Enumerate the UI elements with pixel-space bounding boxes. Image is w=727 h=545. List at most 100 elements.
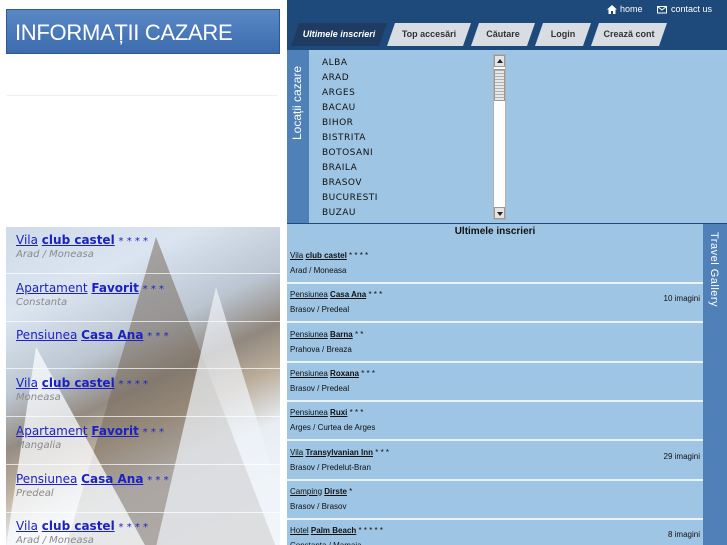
entry-type[interactable]: Pensiunea (290, 290, 328, 299)
tab-login[interactable]: Login (535, 23, 591, 46)
listing-row[interactable]: Vila Transylvanian Inn * * * Brasov / Pre… (287, 443, 703, 481)
entry-name[interactable]: club castel (305, 251, 346, 260)
listing-title[interactable]: Vila club castel * * * * (16, 376, 148, 390)
entry-name[interactable]: Transylvanian Inn (305, 448, 373, 457)
listing-name[interactable]: club castel (42, 376, 115, 390)
listing-title[interactable]: Pensiunea Casa Ana * * * (16, 328, 169, 342)
entry-name[interactable]: Palm Beach (311, 526, 356, 535)
featured-listing[interactable]: Vila club castel * * * * Arad / Moneasa (6, 227, 280, 274)
listing-type[interactable]: Apartament (16, 281, 88, 295)
mail-icon[interactable] (657, 5, 667, 14)
county-option[interactable]: BRAILA (322, 163, 357, 173)
entry-name[interactable]: Roxana (330, 369, 359, 378)
county-option[interactable]: ARAD (322, 73, 349, 83)
locatii-sidebar: Locații cazare (287, 50, 309, 223)
entry-name[interactable]: Ruxi (330, 408, 347, 417)
listing-title[interactable]: Apartament Favorit * * * (16, 281, 164, 295)
entry-title[interactable]: Pensiunea Casa Ana * * * (290, 290, 382, 299)
star-rating: * * * * (118, 379, 149, 391)
county-option[interactable]: ARGES (322, 88, 355, 98)
listing-name[interactable]: Favorit (91, 424, 138, 438)
entry-type[interactable]: Pensiunea (290, 369, 328, 378)
listing-row[interactable]: Pensiunea Casa Ana * * * Brasov / Predeal… (287, 285, 703, 324)
entry-name[interactable]: Barna (330, 330, 353, 339)
scroll-up-button[interactable] (494, 55, 505, 67)
listing-title[interactable]: Vila club castel * * * * (16, 233, 148, 247)
entry-title[interactable]: Pensiunea Barna * * (290, 330, 363, 339)
entry-title[interactable]: Vila club castel * * * * (290, 251, 368, 260)
image-count[interactable]: 8 imagini (668, 530, 700, 539)
listing-row[interactable]: Vila club castel * * * * Arad / Moneasa (287, 246, 703, 284)
listing-row[interactable]: Hotel Palm Beach * * * * * Constanta / Ma… (287, 521, 703, 545)
listing-title[interactable]: Vila club castel * * * * (16, 519, 148, 533)
listing-name[interactable]: Casa Ana (81, 472, 143, 486)
listing-type[interactable]: Vila (16, 519, 38, 533)
listing-type[interactable]: Vila (16, 233, 38, 247)
entry-title[interactable]: Pensiunea Ruxi * * * (290, 408, 363, 417)
entry-type[interactable]: Camping (290, 487, 322, 496)
listing-type[interactable]: Pensiunea (16, 328, 77, 342)
entry-name[interactable]: Casa Ana (330, 290, 366, 299)
contact-link[interactable]: contact us (671, 4, 712, 14)
featured-listing[interactable]: Vila club castel * * * * Arad / Moneasa (6, 513, 280, 545)
entry-location: Brasov / Predelut-Bran (290, 462, 371, 472)
county-option[interactable]: BACAU (322, 103, 356, 113)
tab-ultimele-inscrieri[interactable]: Ultimele inscrieri (291, 23, 387, 46)
logo-text: INFORMAȚII CAZARE (15, 20, 233, 45)
entry-location: Prahova / Breaza (290, 344, 352, 354)
featured-listing[interactable]: Pensiunea Casa Ana * * * Predeal (6, 466, 280, 513)
featured-listing[interactable]: Vila club castel * * * * Moneasa (6, 370, 280, 418)
tab-cautare[interactable]: Căutare (471, 23, 535, 46)
entry-type[interactable]: Vila (290, 251, 303, 260)
listing-row[interactable]: Pensiunea Barna * * Prahova / Breaza (287, 325, 703, 363)
logo[interactable]: INFORMAȚII CAZARE (6, 9, 280, 54)
star-rating: * (349, 486, 353, 496)
star-rating: * * * (375, 447, 390, 457)
entry-title[interactable]: Pensiunea Roxana * * * (290, 369, 375, 378)
listing-name[interactable]: club castel (42, 519, 115, 533)
entry-location: Brasov / Predeal (290, 383, 350, 393)
featured-listing[interactable]: Apartament Favorit * * * Constanta (6, 275, 280, 322)
county-option[interactable]: ALBA (322, 58, 348, 68)
county-option[interactable]: BIHOR (322, 118, 353, 128)
entry-type[interactable]: Pensiunea (290, 330, 328, 339)
scroll-down-button[interactable] (494, 207, 505, 219)
star-rating: * * * (368, 290, 383, 300)
entry-type[interactable]: Hotel (290, 526, 309, 535)
scroll-thumb[interactable] (494, 69, 505, 101)
county-list[interactable]: ALBA ARAD ARGES BACAU BIHOR BISTRITA BOTOSANI B… (320, 55, 493, 221)
listing-row[interactable]: Pensiunea Ruxi * * * Arges / Curtea de Ar… (287, 403, 703, 442)
travel-gallery-bar[interactable]: Travel Gallery (703, 224, 727, 545)
star-rating: * * * * (118, 236, 149, 247)
county-option[interactable]: BISTRITA (322, 133, 366, 143)
image-count[interactable]: 29 imagini (664, 452, 700, 461)
listing-type[interactable]: Apartament (16, 424, 88, 438)
entry-title[interactable]: Hotel Palm Beach * * * * * (290, 526, 383, 535)
featured-listing[interactable]: Pensiunea Casa Ana * * * (6, 322, 280, 370)
listing-name[interactable]: Casa Ana (81, 328, 143, 342)
tab-creaza-cont[interactable]: Crează cont (591, 23, 667, 46)
entry-type[interactable]: Vila (290, 448, 303, 457)
image-count[interactable]: 10 imagini (664, 294, 700, 303)
listing-title[interactable]: Pensiunea Casa Ana * * * (16, 472, 169, 486)
county-option[interactable]: BUCURESTI (322, 193, 378, 203)
county-option[interactable]: BUZAU (322, 208, 356, 218)
listing-row[interactable]: Pensiunea Roxana * * * Brasov / Predeal (287, 364, 703, 402)
listing-type[interactable]: Pensiunea (16, 472, 77, 486)
home-icon[interactable] (607, 5, 617, 14)
entry-type[interactable]: Pensiunea (290, 408, 328, 417)
listing-type[interactable]: Vila (16, 376, 38, 390)
listing-name[interactable]: Favorit (91, 281, 138, 295)
home-link[interactable]: home (620, 4, 643, 14)
entry-title[interactable]: Camping Dirste * (290, 487, 352, 496)
tab-top-accesari[interactable]: Top accesări (387, 23, 471, 46)
entry-title[interactable]: Vila Transylvanian Inn * * * (290, 448, 389, 457)
listing-name[interactable]: club castel (42, 233, 115, 247)
listing-row[interactable]: Camping Dirste * Brasov / Brasov (287, 482, 703, 520)
listing-title[interactable]: Apartament Favorit * * * (16, 424, 164, 438)
county-scrollbar[interactable] (493, 54, 506, 220)
featured-listing[interactable]: Apartament Favorit * * * Mangalia (6, 418, 280, 465)
county-option[interactable]: BRASOV (322, 178, 362, 188)
entry-name[interactable]: Dirste (324, 487, 347, 496)
county-option[interactable]: BOTOSANI (322, 148, 373, 158)
